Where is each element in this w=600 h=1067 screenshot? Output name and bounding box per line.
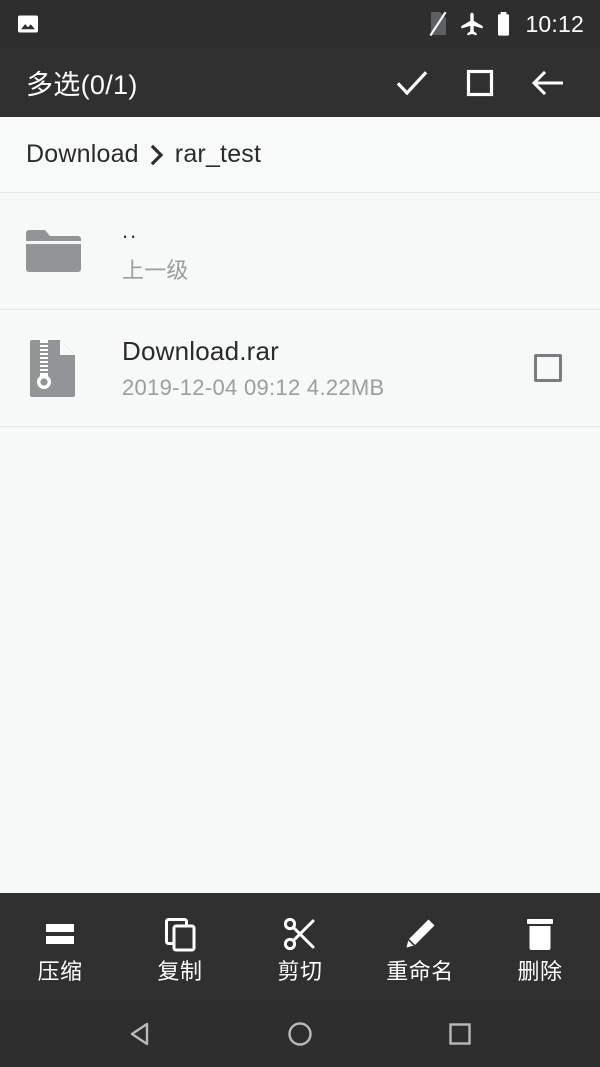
status-bar-clock: 10:12 — [525, 10, 584, 37]
select-all-button[interactable] — [446, 52, 514, 114]
checkbox-unchecked-icon — [534, 354, 562, 382]
copy-button[interactable]: 复制 — [120, 893, 240, 1000]
breadcrumb: Download rar_test — [0, 117, 600, 193]
archive-zip-file-icon — [22, 337, 84, 399]
nav-home-button[interactable] — [255, 1000, 345, 1067]
android-navigation-bar — [0, 1000, 600, 1067]
rename-label: 重命名 — [386, 959, 454, 984]
file-list: .. 上一级 Download.rar 2019-12-04 09:12 4.2… — [0, 193, 600, 893]
list-item-text: .. 上一级 — [84, 217, 576, 285]
list-item-checkbox[interactable] — [520, 354, 576, 382]
nav-home-circle-icon — [286, 1020, 314, 1048]
breadcrumb-item-rar-test[interactable]: rar_test — [175, 140, 261, 169]
list-item-title: .. — [122, 218, 139, 244]
pencil-rename-icon — [402, 916, 438, 952]
scissors-cut-icon — [282, 916, 318, 952]
image-photo-icon — [16, 12, 40, 36]
delete-button[interactable]: 删除 — [480, 893, 600, 1000]
action-bar-buttons — [378, 52, 582, 114]
cut-label: 剪切 — [277, 959, 323, 984]
phone-screen: 10:12 多选(0/1) Download rar_test .. 上一级 D… — [0, 0, 600, 1067]
delete-label: 删除 — [517, 959, 563, 984]
cut-button[interactable]: 剪切 — [240, 893, 360, 1000]
nav-recents-button[interactable] — [415, 1000, 505, 1067]
action-bar-title: 多选(0/1) — [26, 70, 138, 100]
compress-button[interactable]: 压缩 — [0, 893, 120, 1000]
list-item-subtitle: 2019-12-04 09:12 4.22MB — [122, 375, 385, 401]
rename-button[interactable]: 重命名 — [360, 893, 480, 1000]
trash-delete-icon — [523, 916, 557, 952]
no-sim-card-icon — [428, 11, 448, 37]
list-item[interactable]: .. 上一级 — [0, 193, 600, 310]
action-bar: 多选(0/1) — [0, 48, 600, 117]
compress-icon — [42, 916, 78, 952]
status-bar-system-icons: 10:12 — [428, 11, 584, 37]
back-button[interactable] — [514, 52, 582, 114]
battery-full-icon — [496, 11, 511, 37]
folder-icon — [22, 227, 84, 275]
nav-recents-square-icon — [447, 1021, 473, 1047]
list-item-text: Download.rar 2019-12-04 09:12 4.22MB — [84, 335, 520, 402]
list-item[interactable]: Download.rar 2019-12-04 09:12 4.22MB — [0, 310, 600, 427]
copy-label: 复制 — [157, 959, 203, 984]
confirm-selection-button[interactable] — [378, 52, 446, 114]
check-icon — [395, 66, 429, 100]
status-bar-notifications — [16, 12, 40, 36]
chevron-right-icon — [149, 144, 165, 166]
square-select-all-icon — [464, 67, 496, 99]
breadcrumb-item-download[interactable]: Download — [26, 140, 139, 169]
nav-back-button[interactable] — [95, 1000, 185, 1067]
copy-icon — [162, 916, 198, 952]
airplane-mode-icon — [459, 11, 485, 37]
nav-back-triangle-icon — [127, 1020, 153, 1048]
bottom-toolbar: 压缩 复制 剪切 重命名 删除 — [0, 893, 600, 1000]
list-item-subtitle: 上一级 — [122, 257, 189, 283]
list-item-title: Download.rar — [122, 335, 280, 366]
status-bar: 10:12 — [0, 0, 600, 48]
arrow-left-icon — [530, 68, 566, 98]
compress-label: 压缩 — [37, 959, 83, 984]
